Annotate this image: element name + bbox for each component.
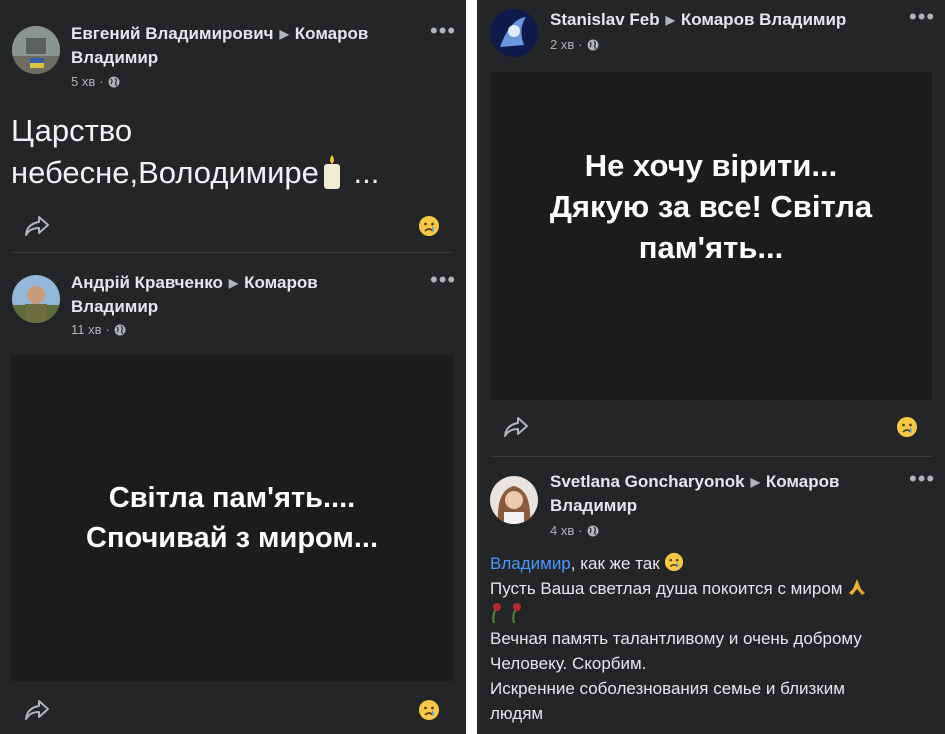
author-name[interactable]: Евгений Владимирович bbox=[71, 24, 274, 43]
post-image[interactable]: Не хочу вірити... Дякую за все! Світла п… bbox=[490, 72, 932, 400]
share-arrow-icon[interactable] bbox=[24, 214, 50, 238]
arrow-right-icon: ▶ bbox=[750, 475, 760, 489]
timestamp[interactable]: 11 хв bbox=[71, 322, 102, 337]
more-dots-icon[interactable]: ••• bbox=[909, 468, 935, 490]
globe-icon bbox=[108, 76, 120, 87]
author-name[interactable]: Svetlana Goncharyonok bbox=[550, 472, 745, 491]
divider bbox=[490, 456, 932, 457]
timestamp[interactable]: 2 хв bbox=[550, 37, 574, 52]
more-dots-icon[interactable]: ••• bbox=[430, 269, 456, 291]
crying-face-icon[interactable] bbox=[896, 416, 918, 438]
wilted-rose-icon bbox=[512, 603, 521, 624]
post-text: Царство небесне,Володимире ... bbox=[11, 113, 380, 190]
author-name[interactable]: Stanislav Feb bbox=[550, 10, 660, 29]
globe-icon bbox=[114, 324, 126, 335]
crying-face-icon[interactable] bbox=[418, 699, 440, 721]
mention-link[interactable]: Владимир bbox=[490, 554, 571, 573]
post-header: Андрій Кравченко ▶ Комаров Владимир bbox=[71, 271, 411, 318]
image-text-line: Світла пам'ять.... bbox=[108, 482, 356, 514]
target-name[interactable]: Комаров Владимир bbox=[681, 10, 846, 29]
avatar[interactable] bbox=[490, 476, 538, 524]
timestamp[interactable]: 4 хв bbox=[550, 523, 574, 538]
post-andriy: Андрій Кравченко ▶ Комаров Владимир ••• 11… bbox=[0, 255, 466, 734]
post-header: Евгений Владимирович ▶ Комаров Владимир bbox=[71, 22, 411, 69]
target-name[interactable]: Комаров bbox=[295, 24, 369, 43]
post-evgeniy: Евгений Владимирович ▶ Комаров Владимир ••… bbox=[0, 0, 466, 255]
right-screenshot: Stanislav Feb ▶ Комаров Владимир ••• 2 хв ·… bbox=[477, 0, 945, 734]
image-text-line: Дякую за все! Світла bbox=[549, 188, 873, 224]
image-text-line: пам'ять... bbox=[638, 229, 784, 265]
target-name[interactable]: Комаров bbox=[244, 273, 318, 292]
post-header: Svetlana Goncharyonok ▶ Комаров Владимир bbox=[550, 470, 920, 517]
avatar[interactable] bbox=[490, 9, 538, 57]
candle-icon bbox=[323, 155, 340, 189]
arrow-right-icon: ▶ bbox=[279, 27, 289, 41]
target-name-line2[interactable]: Владимир bbox=[71, 297, 158, 316]
post-meta: 4 хв · bbox=[550, 523, 599, 538]
timestamp[interactable]: 5 хв bbox=[71, 74, 95, 89]
more-dots-icon[interactable]: ••• bbox=[909, 6, 935, 28]
post-image[interactable]: Світла пам'ять.... Спочивай з миром... bbox=[11, 355, 453, 681]
crying-face-icon bbox=[665, 552, 684, 572]
post-meta: 11 хв · bbox=[71, 322, 126, 337]
globe-icon bbox=[587, 525, 599, 536]
post-text: Владимир, как же так Пусть Ваша светлая … bbox=[490, 551, 935, 726]
target-name-line2[interactable]: Владимир bbox=[71, 48, 158, 67]
left-screenshot: Евгений Владимирович ▶ Комаров Владимир ••… bbox=[0, 0, 466, 734]
arrow-right-icon: ▶ bbox=[665, 13, 675, 27]
crying-face-icon[interactable] bbox=[418, 215, 440, 237]
globe-icon bbox=[587, 39, 599, 50]
share-arrow-icon[interactable] bbox=[24, 698, 50, 722]
divider bbox=[12, 252, 452, 253]
image-text-line: Не хочу вірити... bbox=[584, 147, 838, 183]
post-header: Stanislav Feb ▶ Комаров Владимир bbox=[550, 8, 930, 32]
image-text-line: Спочивай з миром... bbox=[86, 522, 378, 554]
target-name-line2[interactable]: Владимир bbox=[550, 496, 637, 515]
post-meta: 5 хв · bbox=[71, 74, 120, 89]
target-name[interactable]: Комаров bbox=[766, 472, 840, 491]
folded-hands-icon bbox=[849, 579, 866, 595]
share-arrow-icon[interactable] bbox=[503, 415, 529, 439]
post-svetlana: Svetlana Goncharyonok ▶ Комаров Владимир •… bbox=[477, 458, 945, 734]
avatar[interactable] bbox=[12, 275, 60, 323]
post-meta: 2 хв · bbox=[550, 37, 599, 52]
wilted-rose-icon bbox=[492, 603, 501, 624]
avatar[interactable] bbox=[12, 26, 60, 74]
author-name[interactable]: Андрій Кравченко bbox=[71, 273, 223, 292]
more-dots-icon[interactable]: ••• bbox=[430, 20, 456, 42]
post-stanislav: Stanislav Feb ▶ Комаров Владимир ••• 2 хв ·… bbox=[477, 0, 945, 458]
arrow-right-icon: ▶ bbox=[228, 276, 239, 290]
